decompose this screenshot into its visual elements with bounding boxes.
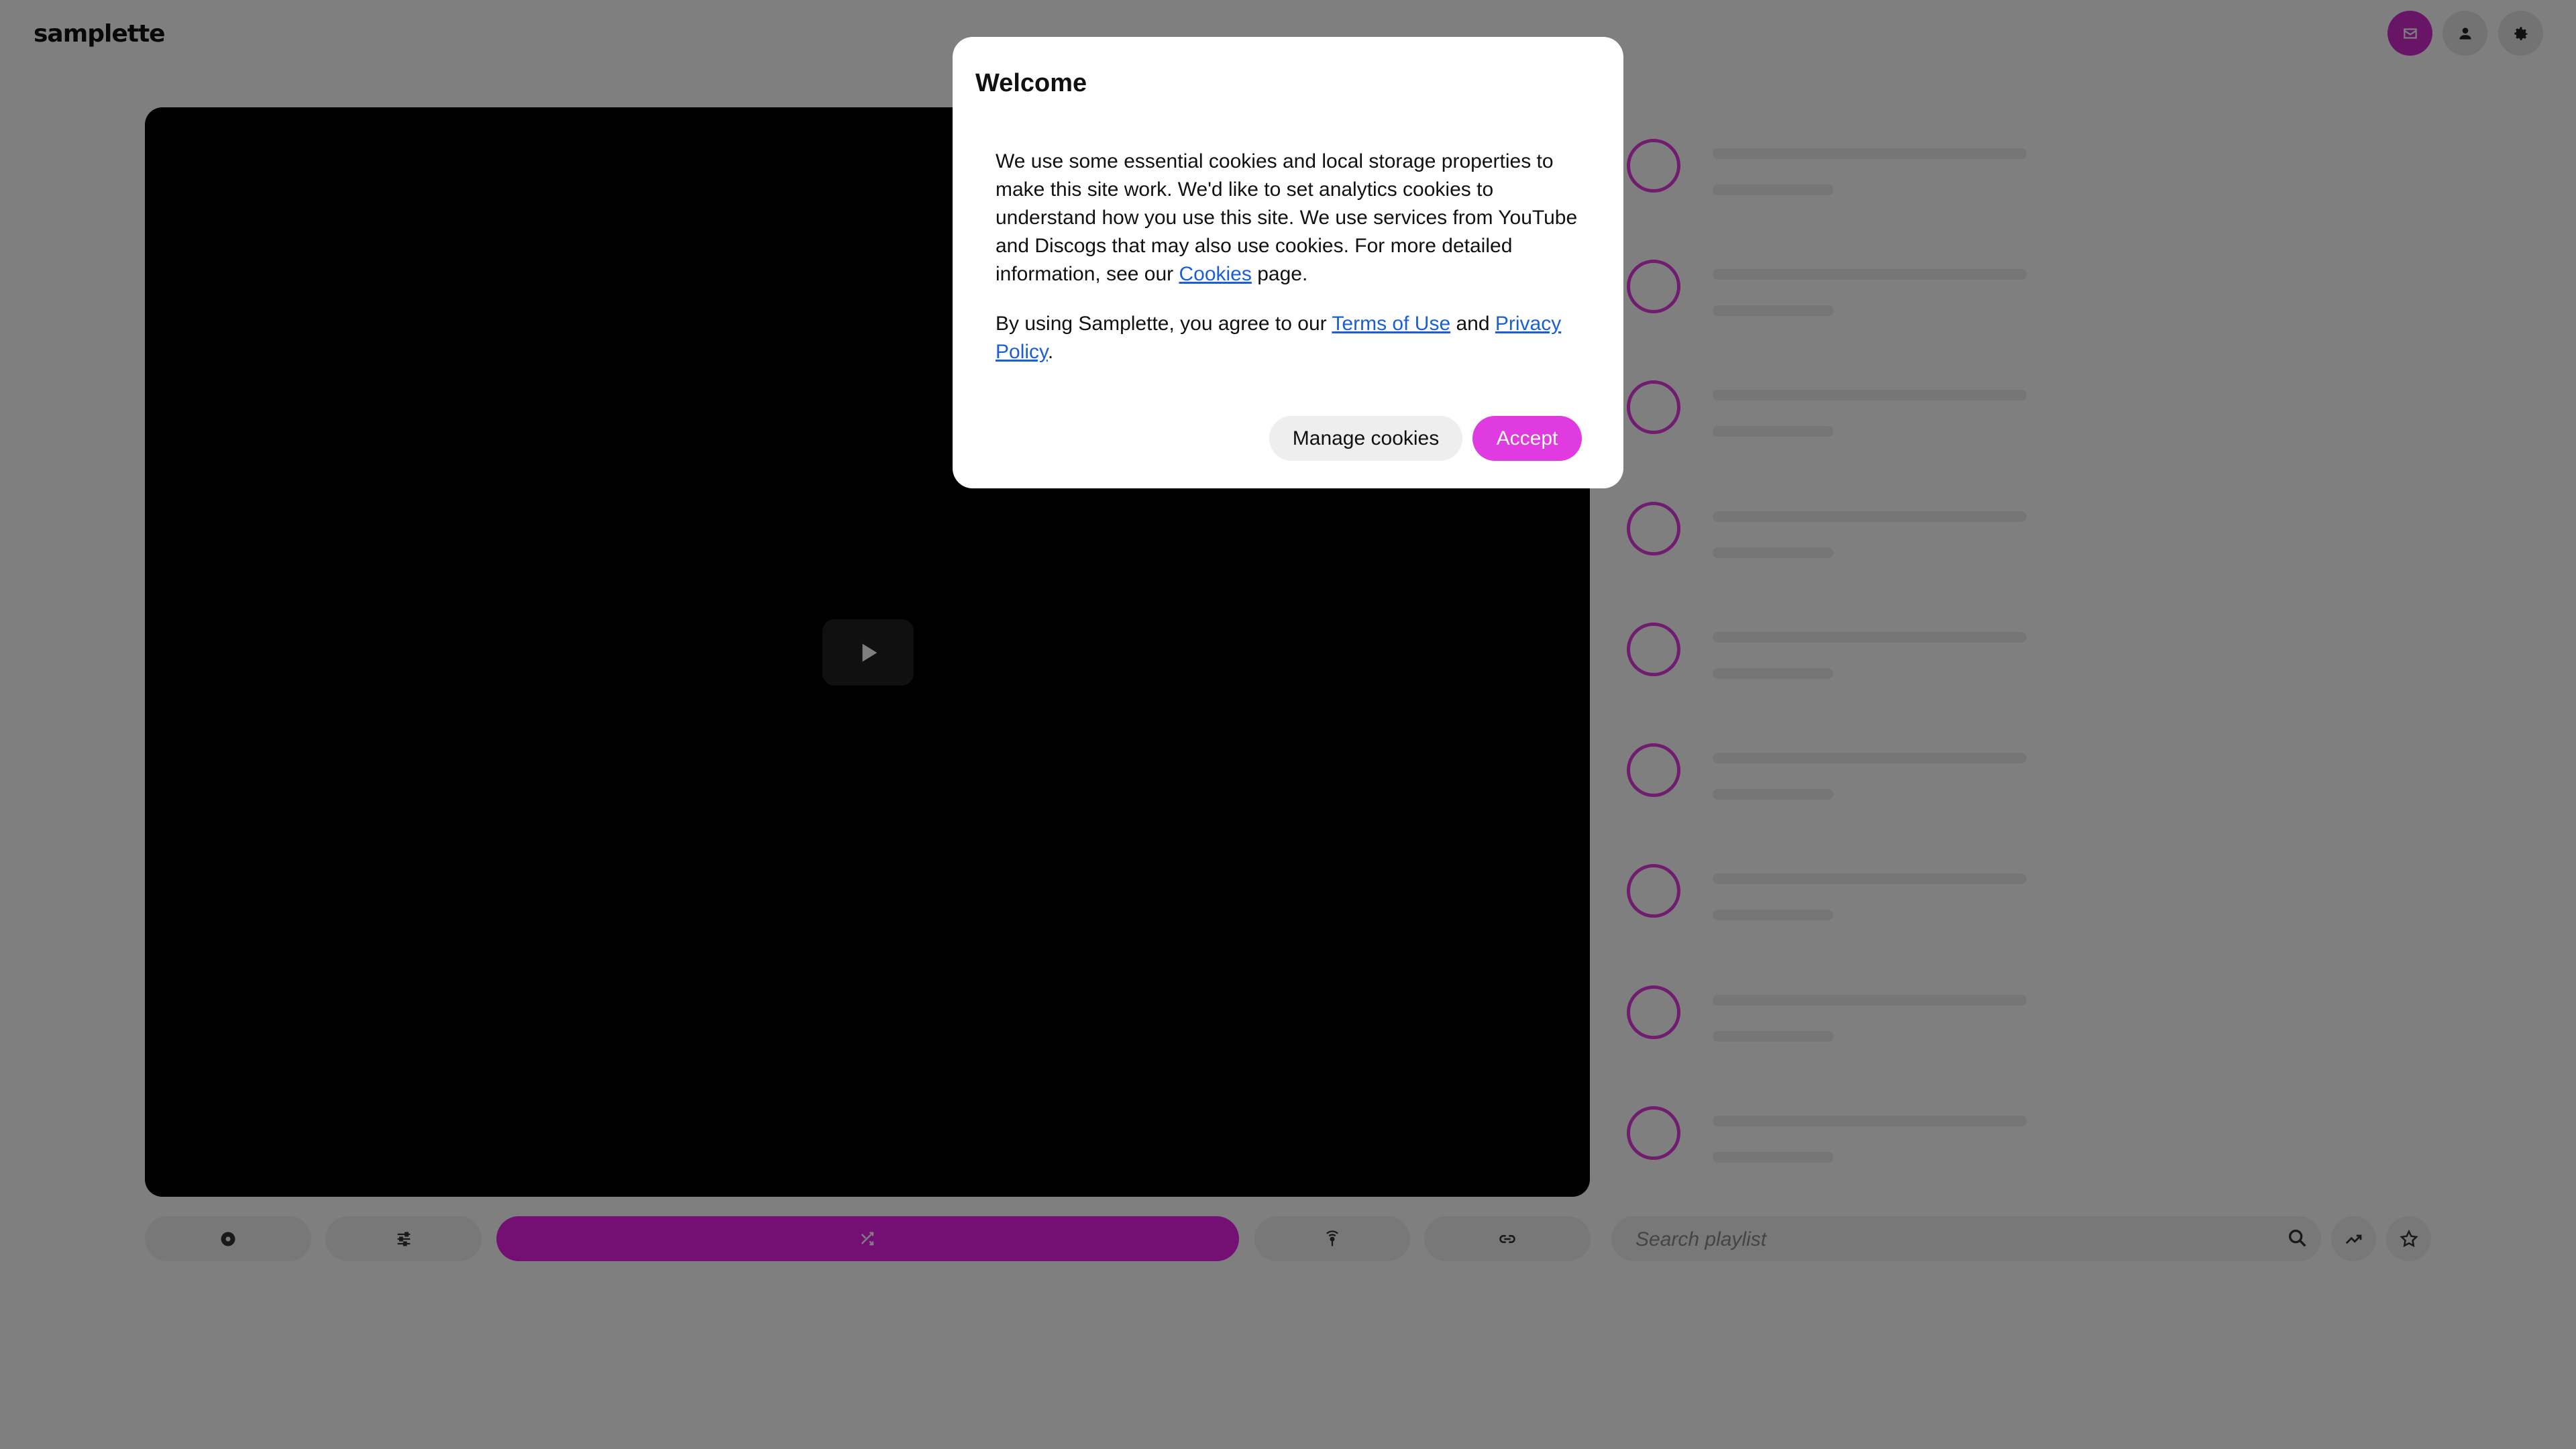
cookie-consent-dialog: Welcome We use some essential cookies an…	[953, 37, 1623, 488]
cookies-paragraph: We use some essential cookies and local …	[996, 148, 1586, 288]
accept-button[interactable]: Accept	[1472, 416, 1582, 461]
cookies-text-end: page.	[1251, 263, 1308, 285]
dialog-title: Welcome	[975, 69, 1087, 97]
terms-paragraph: By using Samplette, you agree to our Ter…	[996, 310, 1586, 366]
manage-cookies-button[interactable]: Manage cookies	[1269, 416, 1462, 461]
dialog-body: We use some essential cookies and local …	[996, 148, 1586, 388]
terms-text: By using Samplette, you agree to our	[996, 313, 1332, 335]
terms-and-text: and	[1450, 313, 1495, 335]
terms-of-use-link[interactable]: Terms of Use	[1332, 313, 1450, 335]
cookies-link[interactable]: Cookies	[1179, 263, 1251, 285]
terms-end-text: .	[1047, 341, 1054, 363]
